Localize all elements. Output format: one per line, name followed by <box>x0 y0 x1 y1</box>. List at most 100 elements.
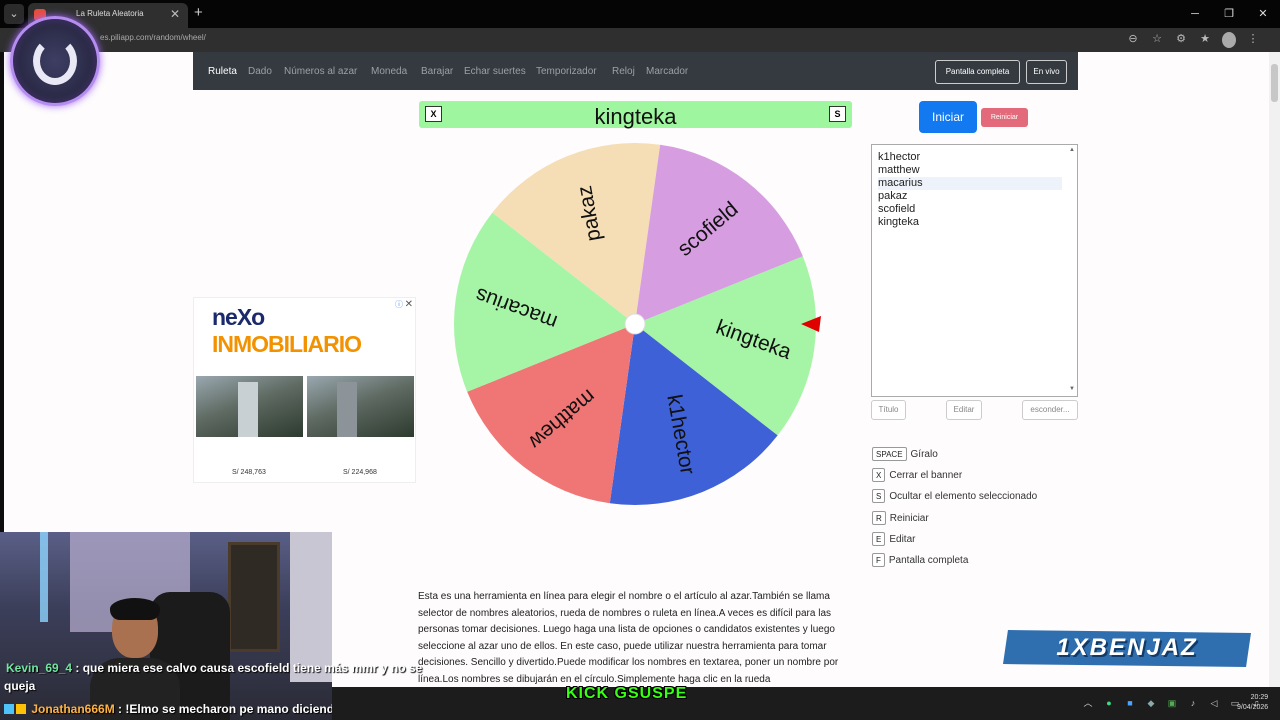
toolbar-icons: ⊖ ☆ ⚙ ★ ⋮ <box>1126 31 1260 48</box>
shortcut-close-banner: X Cerrar el banner <box>872 467 962 483</box>
shortcut-desc: Pantalla completa <box>888 554 969 566</box>
shortcut-desc: Editar <box>889 533 916 545</box>
tray-app-icon[interactable]: ▣ <box>1166 697 1178 709</box>
ad-banner[interactable]: neXo INMOBILIARIO ⓘ ✕ S/ 248,763 S/ 224,… <box>193 297 416 483</box>
fullscreen-button[interactable]: Pantalla completa <box>935 60 1020 84</box>
title-button[interactable]: Título <box>871 400 906 420</box>
page-scrollbar[interactable] <box>1269 52 1280 687</box>
browser-tab-bar: ⌄ La Ruleta Aleatoria ✕ + ─ ❐ ✕ <box>0 0 1280 28</box>
minimize-icon[interactable]: ─ <box>1178 0 1212 28</box>
ad-close-icon[interactable]: ✕ <box>405 299 413 310</box>
nav-reloj[interactable]: Reloj <box>612 66 635 77</box>
chat-badge-icon <box>16 704 26 714</box>
profile-avatar[interactable] <box>1222 32 1236 48</box>
brand-banner: 1XBENJAZ <box>1003 630 1251 667</box>
favorites-icon[interactable]: ★ <box>1198 31 1212 47</box>
ad-price: S/ 224,968 <box>343 469 377 476</box>
zoom-icon[interactable]: ⊖ <box>1126 31 1140 47</box>
wheel-center-hub <box>624 313 646 335</box>
tray-app-icon[interactable]: ● <box>1103 697 1115 709</box>
shortcut-key: S <box>872 489 886 503</box>
mic-icon[interactable]: ♪ <box>1187 697 1199 709</box>
tray-chevron-icon[interactable]: ︿ <box>1082 697 1094 709</box>
close-window-icon[interactable]: ✕ <box>1246 0 1280 28</box>
ad-property-image <box>307 376 414 437</box>
tab-title: La Ruleta Aleatoria <box>76 9 144 18</box>
chat-text: queja <box>4 679 36 693</box>
hide-item-key[interactable]: S <box>829 106 846 122</box>
shortcut-key: SPACE <box>872 447 907 461</box>
shortcut-desc: Gíralo <box>910 448 938 460</box>
shortcut-desc: Ocultar el elemento seleccionado <box>889 490 1038 502</box>
shortcut-desc: Cerrar el banner <box>889 469 963 481</box>
edit-button[interactable]: Editar <box>946 400 982 420</box>
chat-message-continued: queja <box>4 677 35 695</box>
chat-username: Kevin_69_4 <box>6 661 73 675</box>
streamer-logo-icon <box>10 16 100 106</box>
name-line: k1hector <box>878 151 921 163</box>
menu-dots-icon[interactable]: ⋮ <box>1246 31 1260 47</box>
clock[interactable]: 20:29 9/04/2026 <box>1237 693 1268 713</box>
name-line: scofield <box>878 203 916 215</box>
nav-temporizador[interactable]: Temporizador <box>536 66 597 77</box>
chat-username: Jonathan666M <box>31 702 115 716</box>
selected-name-header: X kingteka S <box>419 101 852 129</box>
ad-brand-part2: INMOBILIARIO <box>212 331 362 357</box>
reset-button[interactable]: Reiniciar <box>981 108 1028 127</box>
chat-text: : que miera ese calvo causa escofield ti… <box>75 661 423 675</box>
chat-message: Kevin_69_4 : que miera ese calvo causa e… <box>0 659 422 677</box>
extensions-icon[interactable]: ⚙ <box>1174 31 1188 47</box>
url-field[interactable]: es.piliapp.com/random/wheel/ <box>100 33 206 42</box>
site-navbar: Ruleta Dado Números al azar Moneda Baraj… <box>193 52 1078 90</box>
window-controls: ─ ❐ ✕ <box>1178 0 1280 28</box>
hide-button[interactable]: esconder... <box>1022 400 1078 420</box>
roulette-wheel[interactable]: kingtekak1hectormatthewmacariuspakaz scof… <box>451 140 831 520</box>
os-taskbar: ︿ ● ■ ◆ ▣ ♪ ◁ ▭ ♫ 20:29 9/04/2026 <box>332 687 1280 720</box>
shortcut-key: R <box>872 511 886 525</box>
name-line: macarius <box>878 177 1062 190</box>
kick-channel-label: KICK GSUSPE <box>566 685 688 702</box>
shortcut-space: SPACE Gíralo <box>872 446 938 462</box>
bookmark-star-icon[interactable]: ☆ <box>1150 31 1164 47</box>
description-paragraph: Esta es una herramienta en línea para el… <box>418 591 839 685</box>
shortcut-fullscreen: F Pantalla completa <box>872 552 968 568</box>
chat-badge-icon <box>4 704 14 714</box>
ad-property-image <box>196 376 303 437</box>
nav-moneda[interactable]: Moneda <box>371 66 407 77</box>
ad-brand-logo: neXo INMOBILIARIO <box>212 304 415 358</box>
nav-ruleta[interactable]: Ruleta <box>208 66 237 77</box>
new-tab-button[interactable]: + <box>194 4 203 21</box>
scroll-up-icon[interactable]: ▲ <box>1069 147 1075 153</box>
scroll-down-icon[interactable]: ▼ <box>1069 386 1075 392</box>
live-button[interactable]: En vivo <box>1026 60 1067 84</box>
tray-app-icon[interactable]: ■ <box>1124 697 1136 709</box>
webcam-feed <box>0 532 332 720</box>
nav-dado[interactable]: Dado <box>248 66 272 77</box>
shortcut-reset: R Reiniciar <box>872 510 929 526</box>
name-line: matthew <box>878 164 920 176</box>
nav-barajar[interactable]: Barajar <box>421 66 453 77</box>
name-line: kingteka <box>878 216 919 228</box>
nav-numeros[interactable]: Números al azar <box>284 66 357 77</box>
volume-icon[interactable]: ◁ <box>1208 697 1220 709</box>
page-scrollbar-thumb[interactable] <box>1271 64 1278 102</box>
start-button[interactable]: Iniciar <box>919 101 977 133</box>
clock-date: 9/04/2026 <box>1237 704 1269 711</box>
tray-app-icon[interactable]: ◆ <box>1145 697 1157 709</box>
restore-icon[interactable]: ❐ <box>1212 0 1246 28</box>
selected-name: kingteka <box>594 104 677 129</box>
tab-list-button[interactable]: ⌄ <box>4 4 24 24</box>
tab-close-icon[interactable]: ✕ <box>170 7 180 21</box>
nav-echar-suertes[interactable]: Echar suertes <box>464 66 526 77</box>
names-textarea[interactable]: k1hector matthew macarius pakaz scofield… <box>871 144 1078 397</box>
brand-banner-text: 1XBENJAZ <box>1056 634 1198 661</box>
system-tray: ︿ ● ■ ◆ ▣ ♪ ◁ ▭ ♫ <box>1082 697 1262 709</box>
clock-time: 20:29 <box>1250 694 1269 701</box>
ad-info-icon[interactable]: ⓘ <box>395 299 403 310</box>
shortcut-key: E <box>872 532 886 546</box>
nav-marcador[interactable]: Marcador <box>646 66 688 77</box>
address-bar: es.piliapp.com/random/wheel/ ⊖ ☆ ⚙ ★ ⋮ <box>0 28 1280 52</box>
shortcut-desc: Reiniciar <box>889 512 929 524</box>
ad-price: S/ 248,763 <box>232 469 266 476</box>
name-line: pakaz <box>878 190 908 202</box>
